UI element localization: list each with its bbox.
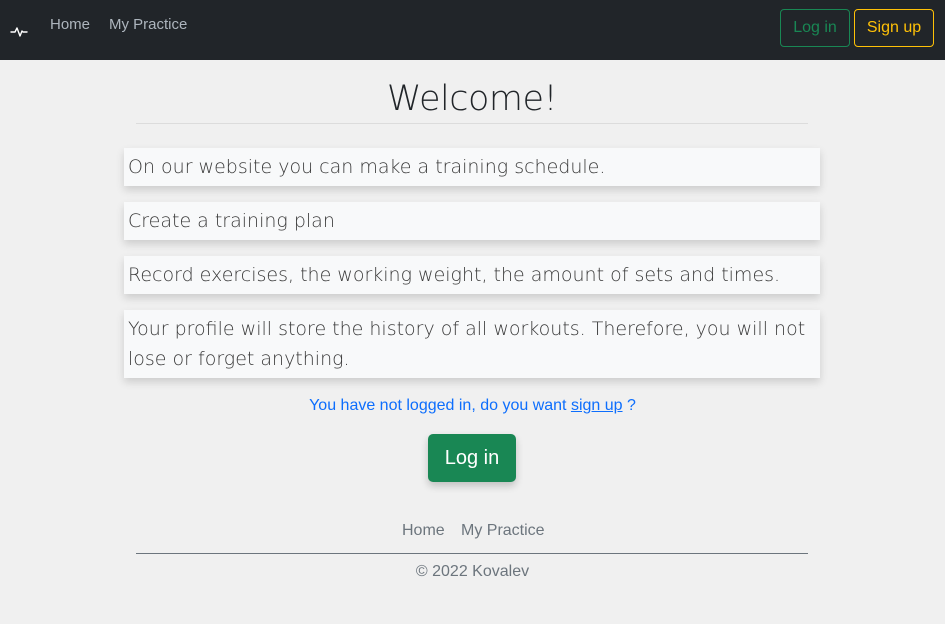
- feature-card: Your profile will store the history of a…: [124, 310, 820, 378]
- nav-my-practice-link[interactable]: My Practice: [109, 16, 187, 34]
- footer-divider: [136, 553, 808, 554]
- feature-card: On our website you can make a training s…: [124, 148, 820, 186]
- footer-my-practice-link[interactable]: My Practice: [461, 521, 545, 541]
- footer-home-link[interactable]: Home: [402, 521, 445, 541]
- top-navbar: Home My Practice Log in Sign up: [0, 0, 945, 60]
- copyright: © 2022 Kovalev: [415, 563, 530, 580]
- notice-suffix: ?: [626, 397, 636, 414]
- header-login-button[interactable]: Log in: [780, 9, 850, 47]
- signup-link[interactable]: sign up: [571, 397, 623, 414]
- page-title: Welcome!: [136, 78, 808, 124]
- nav-home-link[interactable]: Home: [50, 16, 90, 34]
- login-notice: You have not logged in, do you want sign…: [0, 396, 945, 416]
- feature-card: Create a training plan: [124, 202, 820, 240]
- feature-card: Record exercises, the working weight, th…: [124, 256, 820, 294]
- login-button[interactable]: Log in: [428, 434, 516, 482]
- header-signup-button[interactable]: Sign up: [854, 9, 934, 47]
- activity-icon[interactable]: [10, 22, 28, 40]
- notice-text: You have not logged in, do you want: [309, 397, 567, 414]
